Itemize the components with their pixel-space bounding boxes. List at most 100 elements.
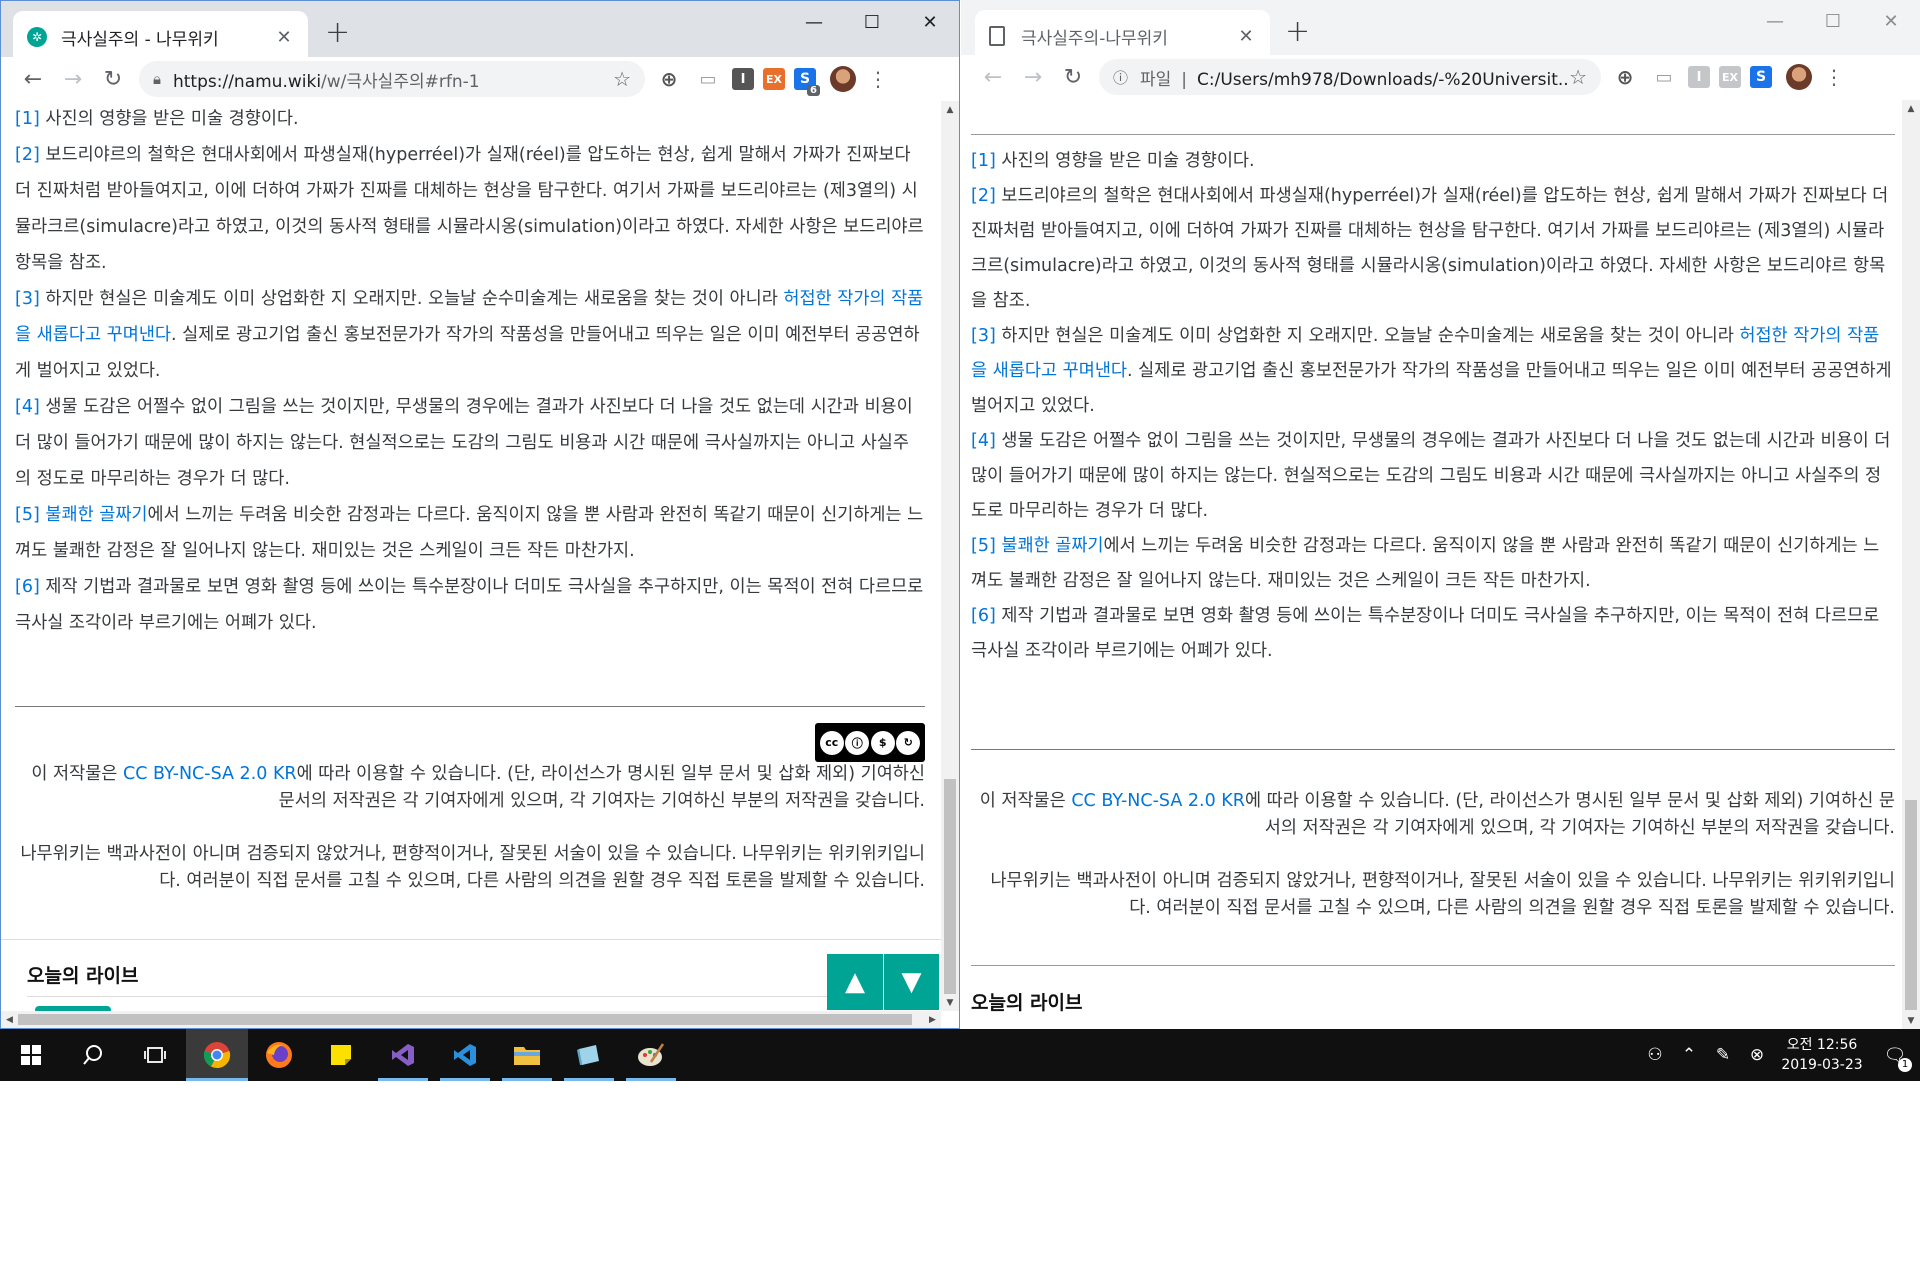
lock-icon: 🔒︎ [153, 70, 161, 88]
close-window-button[interactable]: ✕ [1862, 6, 1920, 36]
footnote-ref-link[interactable]: [5] [15, 505, 40, 525]
cc-license-badge[interactable]: cc ⓘ $ ↻ [815, 723, 925, 762]
close-tab-icon[interactable]: ✕ [274, 27, 294, 48]
scroll-up-button[interactable]: ▲ [827, 954, 883, 1010]
footnote-item: [6] 제작 기법과 결과물로 보면 영화 촬영 등에 쓰이는 특수분장이나 더… [15, 569, 925, 641]
footnote-ref-link[interactable]: [2] [971, 186, 996, 206]
chevron-up-icon[interactable]: ⌃ [1672, 1045, 1706, 1065]
taskbar-chrome[interactable] [186, 1029, 248, 1081]
hscrollbar-thumb[interactable] [18, 1014, 912, 1025]
footnote-text: 사진의 영향을 받은 미술 경향이다. [45, 109, 299, 129]
taskbar-visual-studio[interactable] [372, 1029, 434, 1081]
ex-extension-icon[interactable]: EX [763, 68, 785, 90]
maximize-button[interactable]: ☐ [843, 7, 901, 37]
taskbar-paint[interactable] [620, 1029, 682, 1081]
taskbar-firefox[interactable] [248, 1029, 310, 1081]
forward-button[interactable]: → [1013, 59, 1053, 95]
footnote-ref-link[interactable]: [1] [971, 151, 996, 171]
taskbar-vscode[interactable] [434, 1029, 496, 1081]
footnote-ref-link[interactable]: [4] [15, 397, 40, 417]
tab-namuwiki[interactable]: ✲ 극사실주의 - 나무위키 ✕ [13, 11, 308, 63]
search-button[interactable] [62, 1029, 124, 1081]
ex-extension-icon[interactable]: EX [1719, 66, 1741, 88]
new-tab-button[interactable]: + [325, 15, 350, 50]
menu-icon[interactable]: ⋮ [1824, 65, 1844, 89]
scrollbar-thumb[interactable] [1905, 800, 1917, 1010]
start-button[interactable] [0, 1029, 62, 1081]
horizontal-scrollbar[interactable]: ◀ ▶ [1, 1011, 941, 1028]
minimize-button[interactable]: — [1746, 6, 1804, 36]
footnote-text: 보드리야르의 철학은 현대사회에서 파생실재(hyperréel)가 실재(ré… [15, 145, 924, 273]
forward-button[interactable]: → [53, 61, 93, 97]
bookmark-star-icon[interactable]: ☆ [1569, 65, 1587, 89]
scroll-down-arrow[interactable]: ▼ [941, 994, 959, 1011]
divider [15, 706, 925, 707]
scroll-down-button[interactable]: ▼ [883, 954, 939, 1010]
profile-avatar[interactable] [1786, 64, 1812, 90]
scroll-right-arrow[interactable]: ▶ [924, 1011, 941, 1028]
globe-extension-icon[interactable]: ⊕ [1610, 62, 1640, 92]
back-button[interactable]: ← [13, 61, 53, 97]
taskbar-sticky-notes[interactable] [310, 1029, 372, 1081]
close-window-button[interactable]: ✕ [901, 7, 959, 37]
clock-time: 오전 12:56 [1786, 1037, 1858, 1053]
license-link[interactable]: CC BY-NC-SA 2.0 KR [123, 764, 297, 784]
inline-link[interactable]: 불쾌한 골짜기 [45, 505, 147, 525]
s-extension-icon[interactable]: S [1750, 66, 1772, 88]
vertical-scrollbar[interactable]: ▲ ▼ [941, 101, 959, 1011]
footnote-ref-link[interactable]: [5] [971, 536, 996, 556]
taskbar-app[interactable] [558, 1029, 620, 1081]
bookmark-star-icon[interactable]: ☆ [613, 67, 631, 91]
footnote-ref-link[interactable]: [2] [15, 145, 40, 165]
profile-avatar[interactable] [830, 66, 856, 92]
reload-button[interactable]: ↻ [1053, 59, 1093, 95]
live-divider [1, 939, 941, 940]
s-extension-icon[interactable]: S6 [794, 68, 820, 96]
inline-link[interactable]: 불쾌한 골짜기 [1001, 536, 1103, 556]
live-divider [971, 965, 1895, 966]
vertical-scrollbar[interactable]: ▲ ▼ [1902, 100, 1920, 1029]
back-button[interactable]: ← [973, 59, 1013, 95]
scroll-up-arrow[interactable]: ▲ [941, 101, 959, 118]
taskbar-file-explorer[interactable] [496, 1029, 558, 1081]
footnote-ref-link[interactable]: [3] [15, 289, 40, 309]
footnote-ref-link[interactable]: [4] [971, 431, 996, 451]
task-view-button[interactable] [124, 1029, 186, 1081]
footnote-ref-link[interactable]: [1] [15, 109, 40, 129]
globe-extension-icon[interactable]: ⊕ [654, 64, 684, 94]
info-extension-icon[interactable]: I [1688, 66, 1710, 88]
search-icon [83, 1045, 102, 1065]
people-icon[interactable]: ⚇ [1638, 1045, 1672, 1065]
info-extension-icon[interactable]: I [732, 68, 754, 90]
footnote-list: [1] 사진의 영향을 받은 미술 경향이다. [2] 보드리야르의 철학은 현대… [971, 144, 1895, 669]
notification-count: 1 [1898, 1057, 1912, 1072]
footnote-ref-link[interactable]: [6] [971, 606, 996, 626]
action-center-button[interactable]: 🗨︎ 1 [1870, 1045, 1920, 1072]
reload-button[interactable]: ↻ [93, 61, 133, 97]
footnote-ref-link[interactable]: [3] [971, 326, 996, 346]
clock[interactable]: 오전 12:56 2019-03-23 [1774, 1035, 1870, 1075]
scroll-down-arrow[interactable]: ▼ [1902, 1012, 1920, 1029]
reader-extension-icon[interactable]: ▭ [1649, 62, 1679, 92]
scrollbar-thumb[interactable] [944, 779, 956, 994]
tab-strip: ✲ 극사실주의 - 나무위키 ✕ + — ☐ ✕ [1, 1, 959, 63]
address-bar[interactable]: ⓘ 파일 | C:/Users/mh978/Downloads/-%20Univer… [1099, 59, 1601, 95]
new-tab-button[interactable]: + [1285, 14, 1310, 49]
live-heading: 오늘의 라이브 [971, 992, 1083, 1014]
cc-icon: cc [819, 730, 844, 755]
maximize-button[interactable]: ☐ [1804, 6, 1862, 36]
tab-strip: 극사실주의-나무위키 ✕ + — ☐ ✕ [961, 0, 1920, 62]
reader-extension-icon[interactable]: ▭ [693, 64, 723, 94]
network-disconnected-icon[interactable]: ⊗ [1740, 1045, 1774, 1065]
chrome-icon [203, 1042, 231, 1069]
address-bar[interactable]: 🔒︎ https://namu.wiki/w/극사실주의#rfn-1 ☆ [139, 61, 645, 97]
footnote-ref-link[interactable]: [6] [15, 577, 40, 597]
menu-icon[interactable]: ⋮ [868, 67, 888, 91]
license-link[interactable]: CC BY-NC-SA 2.0 KR [1071, 791, 1245, 811]
scroll-up-arrow[interactable]: ▲ [1902, 100, 1920, 117]
scroll-left-arrow[interactable]: ◀ [1, 1011, 18, 1028]
minimize-button[interactable]: — [785, 7, 843, 37]
page-content: [1] 사진의 영향을 받은 미술 경향이다. [2] 보드리야르의 철학은 현대… [1, 101, 941, 1011]
pen-icon[interactable]: ✎ [1706, 1045, 1740, 1065]
close-tab-icon[interactable]: ✕ [1236, 26, 1256, 47]
